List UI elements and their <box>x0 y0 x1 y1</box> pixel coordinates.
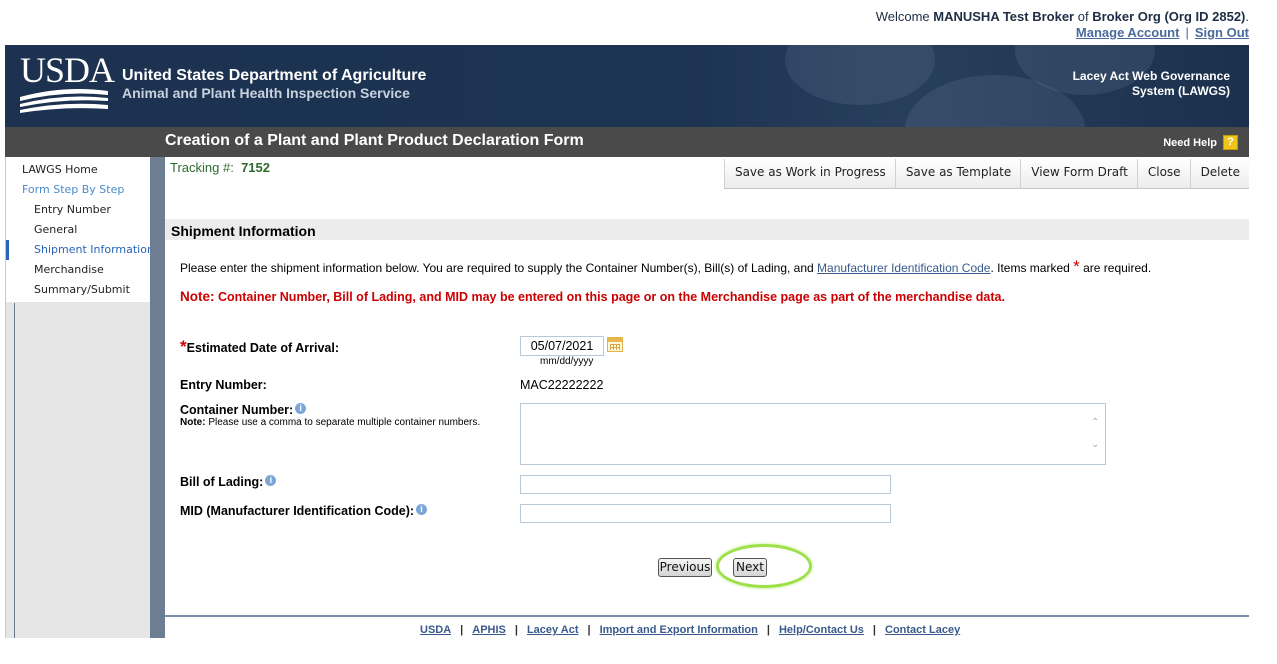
welcome-period: . <box>1245 9 1249 24</box>
footer-links: USDA | APHIS | Lacey Act | Import and Export I… <box>420 624 960 636</box>
mid-info-link[interactable]: Manufacturer Identification Code <box>817 261 990 275</box>
important-note: Note: Container Number, Bill of Lading, … <box>180 289 1005 304</box>
footer-separator: | <box>872 624 876 636</box>
form-toolbar: Save as Work in Progress Save as Templat… <box>723 159 1249 189</box>
help-icon: ? <box>1223 135 1238 150</box>
container-number-textarea[interactable]: ⌃ ⌄ <box>520 403 1106 465</box>
usda-logo-text: USDA <box>20 50 115 90</box>
bill-of-lading-label-text: Bill of Lading: <box>180 475 264 489</box>
system-name-line-2: System (LAWGS) <box>1131 84 1230 98</box>
account-link-separator: | <box>1185 25 1189 40</box>
sidebar-list: LAWGS Home Form Step By Step Entry Numbe… <box>6 157 154 302</box>
calendar-icon[interactable] <box>607 337 623 352</box>
account-links: Manage Account | Sign Out <box>876 25 1249 41</box>
agency-line-1: United States Department of Agriculture <box>122 67 427 84</box>
mid-label: MID (Manufacturer Identification Code): i <box>180 504 428 518</box>
sidebar-item-general[interactable]: General <box>6 220 150 240</box>
date-format-hint: mm/dd/yyyy <box>540 356 594 367</box>
bill-of-lading-label: Bill of Lading: i <box>180 475 277 489</box>
banner-texture <box>785 45 935 105</box>
footer-separator: | <box>766 624 770 636</box>
entry-number-label: Entry Number: <box>180 378 267 392</box>
section-title: Shipment Information <box>165 219 1249 240</box>
agency-line-2: Animal and Plant Health Inspection Servi… <box>122 85 410 101</box>
important-note-label: Note: <box>180 289 215 304</box>
page-title: Creation of a Plant and Plant Product De… <box>165 132 584 149</box>
welcome-line: Welcome MANUSHA Test Broker of Broker Or… <box>876 9 1249 25</box>
close-button[interactable]: Close <box>1136 159 1190 188</box>
welcome-of: of <box>1077 9 1089 24</box>
usda-logo-swoosh-icon <box>20 89 108 113</box>
footer-separator: | <box>514 624 518 636</box>
container-note-text: Please use a comma to separate multiple … <box>205 417 481 428</box>
intro-text-part-2: . Items marked <box>990 261 1074 275</box>
bill-of-lading-input[interactable] <box>520 475 891 494</box>
footer-separator: | <box>587 624 591 636</box>
sidebar-item-summary-submit[interactable]: Summary/Submit <box>6 280 150 300</box>
sidebar-item-shipment-information[interactable]: Shipment Information <box>6 240 154 260</box>
tracking-value: 7152 <box>241 160 270 175</box>
container-number-note: Note: Please use a comma to separate mul… <box>180 417 480 428</box>
intro-text: Please enter the shipment information be… <box>180 257 1151 277</box>
previous-button[interactable]: Previous <box>658 558 712 577</box>
sidebar-strip <box>150 157 165 638</box>
sidebar-divider <box>14 303 15 638</box>
mid-label-text: MID (Manufacturer Identification Code): <box>180 504 415 518</box>
view-form-draft-button[interactable]: View Form Draft <box>1020 159 1137 188</box>
footer-link-aphis[interactable]: APHIS <box>472 624 506 636</box>
main-content: Tracking #: 7152 Save as Work in Progres… <box>165 157 1249 638</box>
save-work-in-progress-button[interactable]: Save as Work in Progress <box>723 159 895 188</box>
footer-separator: | <box>460 624 464 636</box>
container-number-label: Container Number: i <box>180 403 307 417</box>
eda-label: *Estimated Date of Arrival: <box>180 337 339 357</box>
agency-name: United States Department of Agriculture … <box>122 67 426 101</box>
estimated-arrival-date-input[interactable]: 05/07/2021 <box>520 336 604 356</box>
welcome-org: Broker Org (Org ID 2852) <box>1092 9 1246 24</box>
save-as-template-button[interactable]: Save as Template <box>894 159 1020 188</box>
footer-link-lacey-act[interactable]: Lacey Act <box>527 624 579 636</box>
sign-out-link[interactable]: Sign Out <box>1195 25 1249 40</box>
intro-text-part-1: Please enter the shipment information be… <box>180 261 818 275</box>
need-help-label: Need Help <box>1163 136 1217 149</box>
container-number-label-text: Container Number: <box>180 403 294 417</box>
title-bar: Creation of a Plant and Plant Product De… <box>5 127 1249 157</box>
scroll-up-icon[interactable]: ⌃ <box>1091 418 1101 428</box>
footer-link-contact-lacey[interactable]: Contact Lacey <box>885 624 960 636</box>
info-icon[interactable]: i <box>265 475 277 486</box>
eda-label-text: Estimated Date of Arrival: <box>186 341 339 355</box>
system-name: Lacey Act Web Governance System (LAWGS) <box>1073 69 1230 99</box>
sidebar: LAWGS Home Form Step By Step Entry Numbe… <box>5 157 154 638</box>
welcome-user: MANUSHA Test Broker <box>933 9 1075 24</box>
sidebar-item-merchandise[interactable]: Merchandise <box>6 260 150 280</box>
welcome-prefix: Welcome <box>875 9 930 24</box>
header-banner: USDA United States Department of Agricul… <box>5 45 1249 127</box>
mid-input[interactable] <box>520 504 891 523</box>
footer-link-import-export[interactable]: Import and Export Information <box>600 624 758 636</box>
scroll-down-icon[interactable]: ⌄ <box>1091 440 1101 450</box>
delete-button[interactable]: Delete <box>1189 159 1249 188</box>
system-name-line-1: Lacey Act Web Governance <box>1072 69 1230 83</box>
intro-text-part-3: are required. <box>1079 261 1152 275</box>
sidebar-item-form-step-by-step[interactable]: Form Step By Step <box>6 180 150 200</box>
entry-number-value: MAC22222222 <box>520 378 604 392</box>
sidebar-item-entry-number[interactable]: Entry Number <box>6 200 150 220</box>
required-star: * <box>180 337 187 356</box>
footer-divider <box>165 615 1249 617</box>
footer-link-usda[interactable]: USDA <box>420 624 451 636</box>
info-icon[interactable]: i <box>295 403 307 414</box>
required-star: * <box>1073 257 1080 276</box>
welcome-area: Welcome MANUSHA Test Broker of Broker Or… <box>876 9 1249 41</box>
need-help-button[interactable]: Need Help ? <box>1163 135 1238 150</box>
container-note-label: Note: <box>180 417 206 428</box>
info-icon[interactable]: i <box>416 504 428 515</box>
sidebar-item-lawgs-home[interactable]: LAWGS Home <box>6 160 150 180</box>
usda-logo[interactable]: USDA <box>20 50 115 115</box>
tracking-number: Tracking #: 7152 <box>170 160 270 175</box>
important-note-text: Container Number, Bill of Lading, and MI… <box>214 290 1005 304</box>
next-button[interactable]: Next <box>733 558 767 577</box>
manage-account-link[interactable]: Manage Account <box>1076 25 1180 40</box>
tracking-label: Tracking #: <box>170 160 234 175</box>
footer-link-help-contact[interactable]: Help/Contact Us <box>779 624 864 636</box>
